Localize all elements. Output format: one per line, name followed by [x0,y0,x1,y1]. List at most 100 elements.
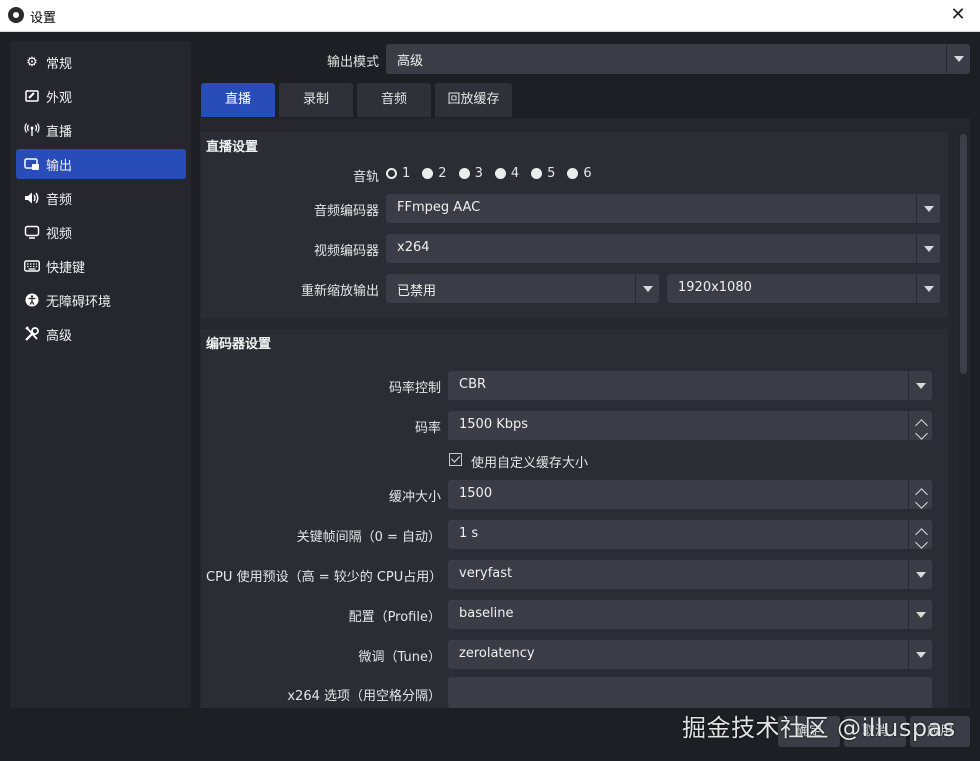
sidebar-item-audio[interactable]: 音频 [16,183,186,213]
sidebar-item-label: 外观 [46,90,73,106]
cpu-preset-value: veryfast [459,566,513,581]
profile-value: baseline [459,606,514,621]
sidebar-item-output[interactable]: 输出 [16,149,186,179]
output-mode-value: 高级 [397,54,424,69]
tune-value: zerolatency [459,646,535,661]
track-radio-3[interactable] [458,168,470,179]
rescale-value: 已禁用 [397,284,437,299]
sidebar-item-label: 直播 [46,124,73,140]
rescale-label: 重新缩放输出 [300,284,379,299]
track-radio-6[interactable] [567,168,579,179]
rescale-resolution-value: 1920x1080 [678,280,752,295]
tab-audio[interactable]: 音频 [357,83,431,117]
chevron-down-icon[interactable] [915,427,928,440]
sidebar-item-advanced[interactable]: 高级 [16,319,186,349]
tune-label: 微调（Tune） [358,650,441,665]
spinner-arrows[interactable] [908,480,932,509]
x264-options-input[interactable] [448,677,932,708]
accessibility-icon [24,292,40,308]
cpu-preset-select[interactable]: veryfast [448,560,932,589]
stream-settings-title: 直播设置 [206,140,259,155]
chevron-down-icon [916,274,940,303]
track-label: 5 [547,166,556,181]
audio-encoder-value: FFmpeg AAC [397,200,481,215]
speaker-icon [24,190,40,206]
close-icon[interactable]: ✕ [946,3,970,27]
buffer-size-spinbox[interactable]: 1500 [448,480,932,509]
track-label: 2 [438,166,447,181]
sidebar-item-video[interactable]: 视频 [16,217,186,247]
cpu-preset-label: CPU 使用预设（高 = 较少的 CPU占用） [206,570,443,585]
keyframe-spinbox[interactable]: 1 s [448,520,932,549]
custom-buffer-checkbox[interactable] [449,453,462,466]
custom-buffer-label: 使用自定义缓存大小 [471,456,589,471]
audio-track-label: 音轨 [352,170,379,185]
audio-encoder-select[interactable]: FFmpeg AAC [386,194,940,223]
buffer-size-value: 1500 [459,486,493,501]
sidebar-item-appearance[interactable]: 外观 [16,81,186,111]
sidebar-item-label: 常规 [46,56,73,72]
tune-select[interactable]: zerolatency [448,640,932,669]
video-encoder-value: x264 [397,240,430,255]
title-bar: 设置 ✕ [0,0,980,32]
track-radio-2[interactable] [422,168,434,179]
rescale-select[interactable]: 已禁用 [386,274,659,303]
tab-recording[interactable]: 录制 [279,83,353,117]
track-label: 1 [402,166,411,181]
chevron-down-icon [946,44,970,73]
monitor-icon [24,224,40,240]
rate-control-label: 码率控制 [388,381,441,396]
track-radio-5[interactable] [531,168,543,179]
sidebar-item-label: 输出 [46,158,73,174]
track-radio-4[interactable] [494,168,506,179]
profile-label: 配置（Profile） [348,610,441,625]
encoder-settings-title: 编码器设置 [206,337,272,352]
tab-stream[interactable]: 直播 [201,83,275,117]
audio-track-radio-group: 1 2 3 4 5 6 [386,166,604,181]
sidebar-item-label: 视频 [46,226,73,242]
video-encoder-label: 视频编码器 [313,244,379,259]
settings-sidebar: ⚙ 常规 外观 直播 输出 音频 视频 快捷键 无障碍环境 高级 [10,41,191,708]
rescale-resolution-select[interactable]: 1920x1080 [667,274,940,303]
track-label: 3 [474,166,483,181]
tools-icon [24,326,40,342]
watermark-text: 掘金技术社区 @illuspas [682,714,956,742]
sidebar-item-label: 高级 [46,328,73,344]
keyboard-icon [24,258,40,274]
window-title: 设置 [30,11,57,26]
chevron-down-icon [635,274,659,303]
video-encoder-select[interactable]: x264 [386,234,940,263]
output-icon [24,156,40,172]
bitrate-label: 码率 [414,421,441,436]
profile-select[interactable]: baseline [448,600,932,629]
sidebar-item-accessibility[interactable]: 无障碍环境 [16,285,186,315]
output-mode-label: 输出模式 [326,55,379,70]
scrollbar-thumb[interactable] [960,134,967,374]
sidebar-item-hotkeys[interactable]: 快捷键 [16,251,186,281]
sidebar-item-label: 音频 [46,192,73,208]
rate-control-select[interactable]: CBR [448,371,932,400]
gear-icon: ⚙ [26,54,38,70]
keyframe-value: 1 s [459,526,479,541]
rate-control-value: CBR [459,377,487,392]
sidebar-item-general[interactable]: ⚙ 常规 [16,47,186,77]
sidebar-item-label: 无障碍环境 [46,294,112,310]
chevron-down-icon [916,194,940,223]
broadcast-icon [24,122,40,138]
spinner-arrows[interactable] [908,520,932,549]
output-mode-select[interactable]: 高级 [386,44,970,74]
tab-replay-buffer[interactable]: 回放缓存 [435,83,512,117]
audio-encoder-label: 音频编码器 [313,204,379,219]
bitrate-spinbox[interactable]: 1500 Kbps [448,411,932,440]
chevron-down-icon[interactable] [915,536,928,549]
x264-options-label: x264 选项（用空格分隔） [287,689,441,704]
chevron-down-icon[interactable] [915,496,928,509]
track-radio-1[interactable] [386,168,397,179]
obs-logo-icon [8,7,24,23]
spinner-arrows[interactable] [908,411,932,440]
track-label: 6 [583,166,592,181]
appearance-icon [24,88,40,104]
chevron-down-icon [916,234,940,263]
sidebar-item-stream[interactable]: 直播 [16,115,186,145]
track-label: 4 [510,166,520,181]
